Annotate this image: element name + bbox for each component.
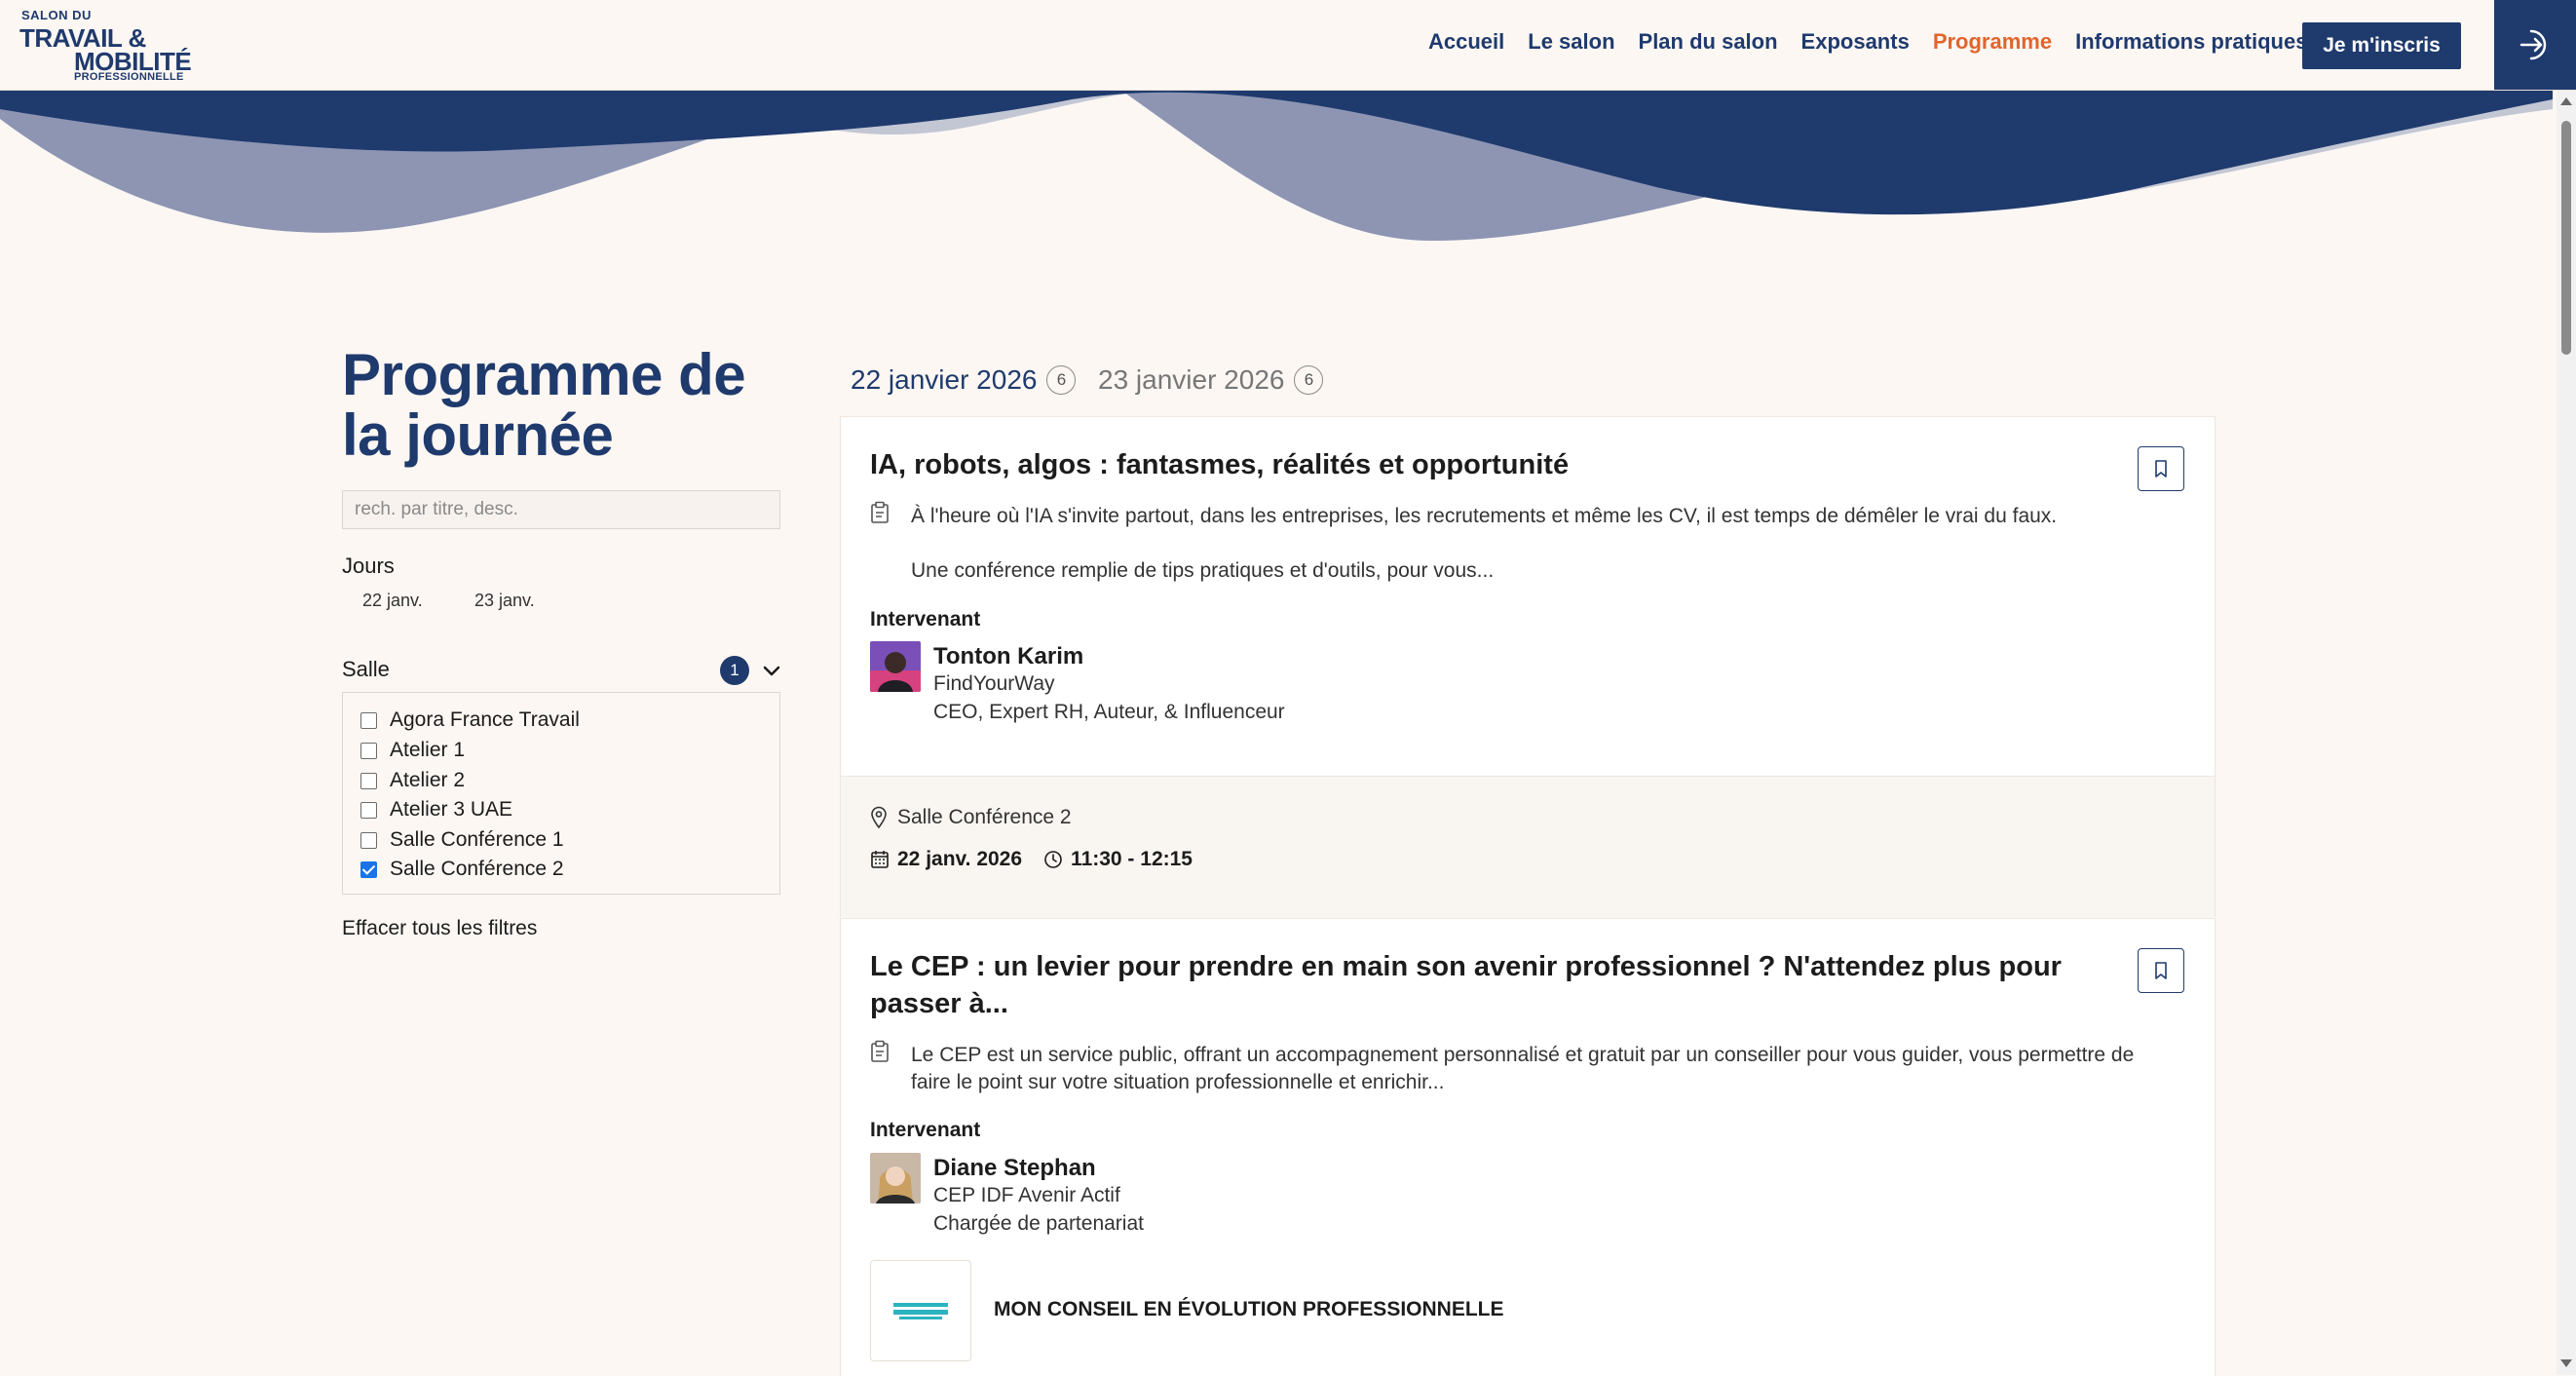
speaker-company: FindYourWay <box>933 672 1055 695</box>
checkbox[interactable] <box>360 711 377 729</box>
speaker-role: CEO, Expert RH, Auteur, & Influenceur <box>933 701 1285 723</box>
speaker-role: Chargée de partenariat <box>933 1212 1144 1235</box>
tab-label: 23 janvier 2026 <box>1098 364 1285 395</box>
site-header: SALON DU TRAVAIL & MOBILITÉ PROFESSIONNE… <box>0 0 2576 91</box>
page-title: Programme de la journée <box>342 342 746 468</box>
salle-option-atelier-2[interactable]: Atelier 2 <box>360 769 465 792</box>
event-card[interactable]: Le CEP : un levier pour prendre en main … <box>840 918 2216 1376</box>
nav-programme[interactable]: Programme <box>1933 29 2052 55</box>
salle-option-label: Agora France Travail <box>390 708 580 731</box>
salle-option-label: Salle Conférence 2 <box>390 858 564 880</box>
checkbox[interactable] <box>360 831 377 849</box>
event-date: 22 janv. 2026 <box>897 848 1023 870</box>
clear-filters-link[interactable]: Effacer tous les filtres <box>342 917 537 940</box>
speaker-avatar <box>870 641 921 692</box>
nav-plan-du-salon[interactable]: Plan du salon <box>1639 29 1778 55</box>
speaker-label: Intervenant <box>870 1119 981 1141</box>
event-datetime: 22 janv. 2026 11:30 - 12:15 <box>870 848 1193 871</box>
tab-22-janvier[interactable]: 22 janvier 2026 6 <box>851 364 1077 396</box>
checkbox[interactable] <box>360 742 377 759</box>
speaker-label: Intervenant <box>870 608 981 631</box>
salle-option-label: Atelier 2 <box>390 769 466 791</box>
event-description: Le CEP est un service public, offrant un… <box>911 1044 2135 1093</box>
speaker-name[interactable]: Diane Stephan <box>933 1155 1096 1182</box>
salle-option-atelier-1[interactable]: Atelier 1 <box>360 739 465 762</box>
checkbox[interactable] <box>360 772 377 789</box>
bookmark-icon <box>2155 460 2167 478</box>
partner-logo[interactable] <box>870 1260 971 1361</box>
nav-exposants[interactable]: Exposants <box>1801 29 1910 55</box>
salle-option-atelier-3[interactable]: Atelier 3 UAE <box>360 798 512 822</box>
clipboard-icon <box>871 501 889 523</box>
salle-count-badge: 1 <box>720 656 749 685</box>
checkbox-checked[interactable] <box>360 860 377 878</box>
checkbox[interactable] <box>360 801 377 819</box>
event-description: À l'heure où l'IA s'invite partout, dans… <box>911 505 2058 527</box>
salle-option-agora[interactable]: Agora France Travail <box>360 708 580 732</box>
tab-23-janvier[interactable]: 23 janvier 2026 6 <box>1098 364 1324 396</box>
event-title[interactable]: Le CEP : un levier pour prendre en main … <box>870 948 2088 1022</box>
event-description-more: Une conférence remplie de tips pratiques… <box>911 559 1495 582</box>
scroll-down-arrow[interactable] <box>2560 1359 2572 1367</box>
salle-label[interactable]: Salle <box>342 657 390 682</box>
main-nav: Accueil Le salon Plan du salon Exposants… <box>1428 29 2330 55</box>
speaker-avatar <box>870 1153 921 1204</box>
nav-accueil[interactable]: Accueil <box>1428 29 1504 55</box>
salle-option-conference-1[interactable]: Salle Conférence 1 <box>360 828 564 852</box>
register-button[interactable]: Je m'inscris <box>2302 22 2461 69</box>
site-logo[interactable]: SALON DU TRAVAIL & MOBILITÉ PROFESSIONNE… <box>19 8 205 83</box>
search-input[interactable] <box>342 490 780 529</box>
calendar-icon <box>871 851 889 868</box>
day-filter-22[interactable]: 22 janv. <box>362 591 423 611</box>
event-location-label: Salle Conférence 2 <box>897 806 1072 828</box>
page-scrollbar[interactable] <box>2557 90 2576 1375</box>
chevron-down-icon[interactable] <box>760 659 783 682</box>
salle-option-label: Atelier 3 UAE <box>390 798 513 821</box>
event-meta: Salle Conférence 2 22 janv. 2026 11:30 -… <box>841 776 2215 917</box>
clipboard-icon <box>871 1040 889 1062</box>
tab-count-badge: 6 <box>1046 365 1077 395</box>
bookmark-button[interactable] <box>2138 446 2184 491</box>
login-button[interactable] <box>2494 0 2576 90</box>
days-label: Jours <box>342 554 395 578</box>
tab-count-badge: 6 <box>1294 365 1324 395</box>
salle-option-label: Atelier 1 <box>390 739 466 761</box>
speaker-company: CEP IDF Avenir Actif <box>933 1184 1120 1206</box>
scroll-thumb[interactable] <box>2561 121 2571 355</box>
event-title[interactable]: IA, robots, algos : fantasmes, réalités … <box>870 446 2088 483</box>
day-filter-23[interactable]: 23 janv. <box>474 591 535 611</box>
nav-le-salon[interactable]: Le salon <box>1528 29 1614 55</box>
partner-logo-image <box>893 1303 948 1319</box>
logo-line-1: SALON DU <box>21 8 92 22</box>
salle-option-conference-2[interactable]: Salle Conférence 2 <box>360 858 564 881</box>
tab-label: 22 janvier 2026 <box>851 364 1038 395</box>
salle-filter-list: Agora France Travail Atelier 1 Atelier 2… <box>342 692 780 895</box>
scroll-up-arrow[interactable] <box>2560 97 2572 105</box>
event-time: 11:30 - 12:15 <box>1071 848 1193 870</box>
bookmark-icon <box>2155 962 2167 979</box>
speaker-name[interactable]: Tonton Karim <box>933 643 1083 670</box>
clock-icon <box>1044 851 1062 868</box>
login-icon <box>2519 29 2547 60</box>
bookmark-button[interactable] <box>2138 948 2184 993</box>
event-location: Salle Conférence 2 <box>870 806 1072 829</box>
nav-informations-pratiques[interactable]: Informations pratiques <box>2075 29 2307 55</box>
logo-line-4: PROFESSIONNELLE <box>74 71 184 83</box>
partner-name[interactable]: MON CONSEIL EN ÉVOLUTION PROFESSIONNELLE <box>994 1298 1504 1321</box>
salle-option-label: Salle Conférence 1 <box>390 828 564 851</box>
map-pin-icon <box>871 806 887 829</box>
decorative-waves <box>0 90 2553 241</box>
event-card[interactable]: IA, robots, algos : fantasmes, réalités … <box>840 416 2216 917</box>
